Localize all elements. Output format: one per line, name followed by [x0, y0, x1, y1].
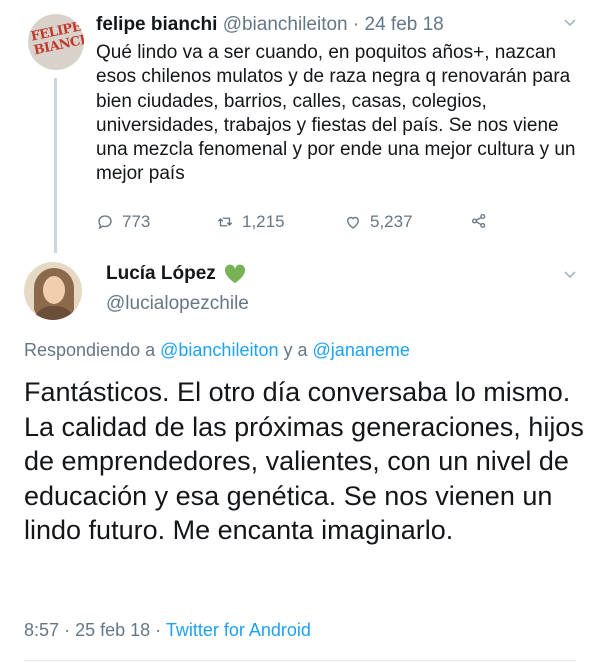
thread-line [54, 78, 57, 253]
separator: · [155, 620, 162, 640]
tweet-author-line: Lucía López [106, 263, 246, 285]
avatar[interactable] [24, 262, 82, 320]
author-handle[interactable]: @lucialopezchile [106, 293, 249, 315]
tweet-date: 25 feb 18 [75, 620, 151, 640]
share-icon [471, 213, 486, 229]
share-button[interactable] [470, 212, 488, 230]
tweet-source[interactable]: Twitter for Android [166, 620, 311, 640]
replying-joiner: y a [283, 340, 308, 360]
avatar[interactable]: FELIPE BIANCHI [28, 14, 84, 70]
separator: · [64, 620, 71, 640]
chevron-down-icon[interactable] [562, 14, 578, 35]
reply-icon [98, 215, 112, 230]
reply-button[interactable]: 773 [96, 212, 150, 232]
retweet-icon [217, 217, 233, 227]
like-count: 5,237 [370, 212, 413, 231]
tweet-time: 8:57 [24, 620, 60, 640]
replying-to: Respondiendo a @bianchileiton y a @janan… [24, 340, 410, 361]
divider [24, 660, 576, 661]
chevron-down-icon[interactable] [562, 266, 578, 287]
avatar-face [43, 276, 65, 304]
retweet-button[interactable]: 1,215 [216, 212, 285, 232]
mention-link[interactable]: @bianchileiton [160, 340, 278, 360]
tweet-author-line: felipe bianchi @bianchileiton · 24 feb 1… [96, 14, 444, 36]
author-name[interactable]: felipe bianchi [96, 14, 217, 35]
avatar-graffiti: FELIPE BIANCHI [29, 19, 84, 59]
like-button[interactable]: 5,237 [344, 212, 413, 232]
author-name[interactable]: Lucía López [106, 263, 216, 285]
separator: · [352, 14, 360, 35]
tweet-text: Qué lindo va a ser cuando, en poquitos a… [96, 42, 576, 185]
author-handle[interactable]: @bianchileiton [223, 14, 348, 35]
retweet-count: 1,215 [242, 212, 285, 231]
tweet-text: Fantásticos. El otro día conversaba lo m… [24, 377, 584, 546]
tweet-meta: 8:57 · 25 feb 18 · Twitter for Android [24, 620, 311, 641]
like-icon [347, 216, 359, 229]
tweet-date[interactable]: 24 feb 18 [365, 14, 444, 35]
mention-link[interactable]: @jananeme [313, 340, 410, 360]
green-heart-icon [224, 264, 245, 284]
replying-prefix: Respondiendo a [24, 340, 156, 360]
reply-count: 773 [122, 212, 151, 231]
